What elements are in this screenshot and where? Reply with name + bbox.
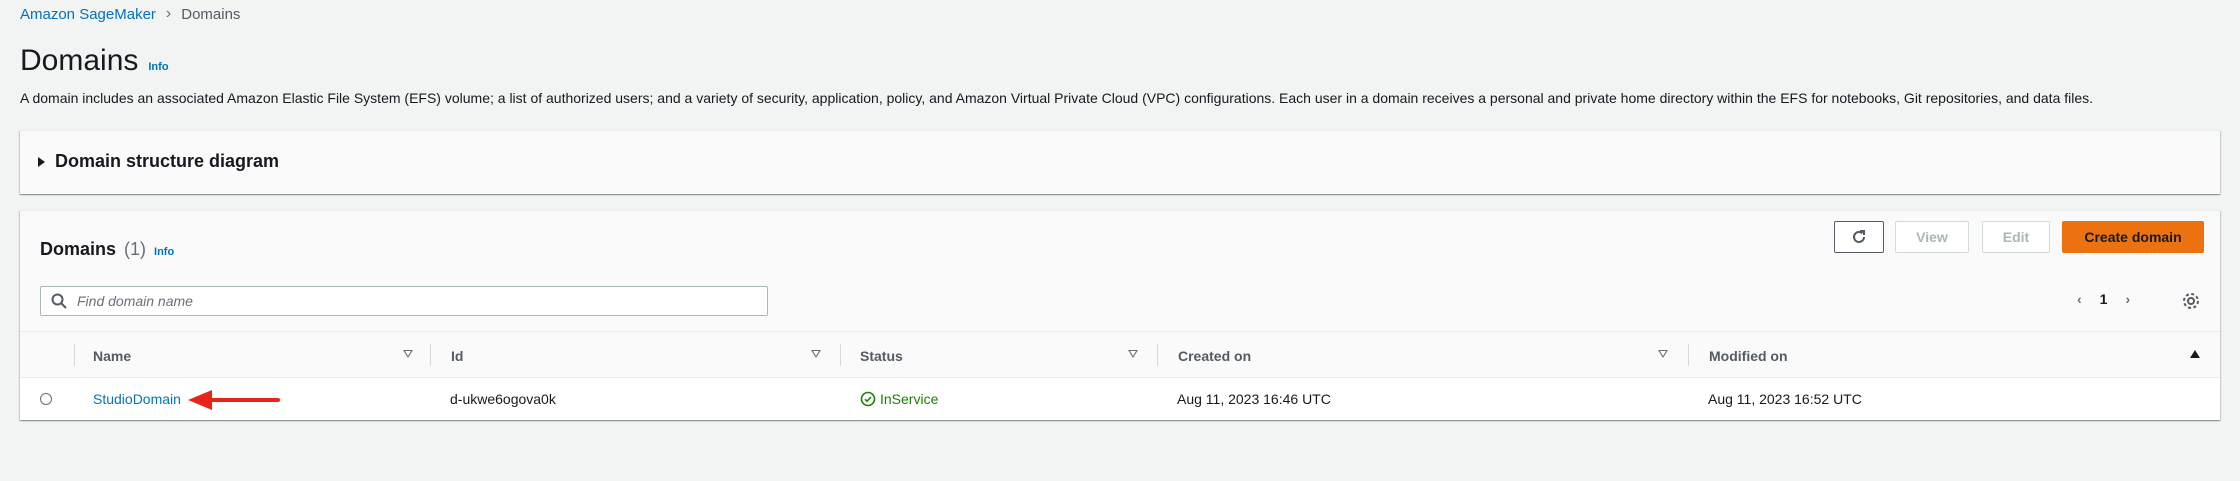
refresh-icon — [1853, 230, 1865, 243]
sort-icon[interactable] — [1658, 350, 1668, 358]
settings-icon[interactable] — [2182, 292, 2200, 310]
column-header-id[interactable]: Id — [451, 332, 463, 379]
table-header-row: Name Id Status Created on Modified on — [20, 331, 2220, 378]
domains-table-title: Domains (1) Info — [40, 239, 174, 260]
refresh-button[interactable] — [1834, 221, 1884, 253]
create-domain-button[interactable]: Create domain — [2062, 221, 2204, 253]
domains-title: Domains — [40, 239, 117, 259]
domain-structure-diagram-section: Domain structure diagram — [20, 130, 2220, 194]
domain-id: d-ukwe6ogova0k — [450, 391, 556, 407]
caret-right-icon — [38, 156, 45, 167]
expander-label: Domain structure diagram — [55, 151, 280, 171]
domain-name-link[interactable]: StudioDomain — [93, 391, 181, 407]
column-divider — [430, 344, 431, 366]
chevron-right-icon[interactable]: › — [2125, 291, 2130, 307]
chevron-left-icon[interactable]: ‹ — [2077, 291, 2082, 307]
column-header-name[interactable]: Name — [93, 332, 131, 379]
column-header-created-on[interactable]: Created on — [1178, 332, 1251, 379]
edit-button[interactable]: Edit — [1982, 221, 2050, 253]
status-success-icon — [860, 391, 876, 407]
chevron-right-icon: › — [165, 5, 172, 22]
domains-count: (1) — [124, 239, 147, 259]
sort-icon[interactable] — [811, 350, 821, 358]
search-input[interactable] — [75, 292, 767, 310]
sort-icon[interactable] — [1128, 350, 1138, 358]
column-header-modified-on[interactable]: Modified on — [1709, 332, 1788, 379]
search-field — [40, 286, 768, 316]
page-description: A domain includes an associated Amazon E… — [20, 90, 2094, 106]
status-badge: InService — [860, 391, 938, 407]
breadcrumb-current: Domains — [181, 5, 241, 23]
column-header-status[interactable]: Status — [860, 332, 903, 379]
breadcrumb: Amazon SageMaker › Domains — [20, 5, 240, 23]
domain-structure-diagram-toggle[interactable]: Domain structure diagram — [38, 151, 279, 172]
row-select-radio[interactable] — [40, 393, 52, 405]
sort-icon[interactable] — [403, 350, 413, 358]
page-header: Domains Info — [20, 44, 169, 78]
red-arrow-annotation — [188, 390, 280, 410]
view-button[interactable]: View — [1895, 221, 1969, 253]
page-number[interactable]: 1 — [2100, 291, 2108, 307]
column-divider — [1688, 344, 1689, 366]
created-on: Aug 11, 2023 16:46 UTC — [1177, 391, 1331, 407]
search-icon — [51, 293, 67, 309]
status-text: InService — [880, 391, 939, 407]
column-divider — [74, 344, 75, 366]
column-divider — [1157, 344, 1158, 366]
sort-ascending-icon[interactable] — [2190, 350, 2200, 358]
page-info-link[interactable]: Info — [148, 61, 168, 73]
pagination: ‹ 1 › — [2077, 291, 2130, 307]
page-title: Domains — [20, 44, 139, 77]
table-row[interactable]: StudioDomain d-ukwe6ogova0k InService Au… — [20, 378, 2220, 420]
domains-info-link[interactable]: Info — [154, 246, 174, 258]
breadcrumb-amazon-sagemaker[interactable]: Amazon SageMaker — [20, 6, 156, 23]
column-divider — [840, 344, 841, 366]
domains-table-panel: Domains (1) Info View Edit Create domain… — [20, 210, 2220, 420]
modified-on: Aug 11, 2023 16:52 UTC — [1708, 391, 1862, 407]
domains-table-header: Domains (1) Info View Edit Create domain… — [20, 211, 2220, 331]
